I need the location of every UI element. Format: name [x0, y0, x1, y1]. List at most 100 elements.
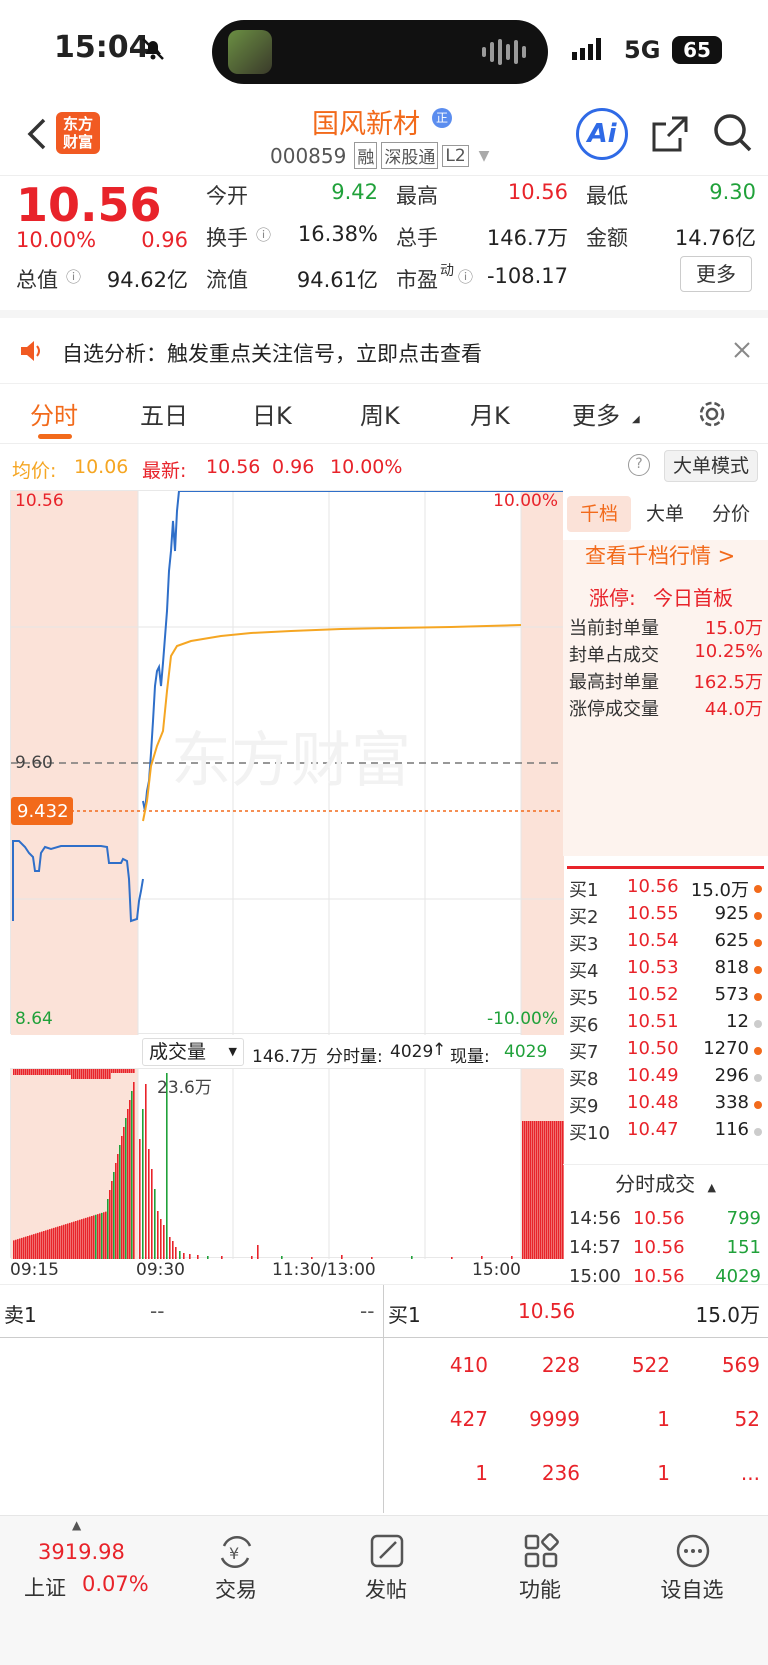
- volume-bar: [27, 1236, 29, 1259]
- dropdown-caret-icon[interactable]: ▼: [479, 148, 490, 164]
- share-icon[interactable]: [650, 114, 690, 154]
- change-percent: 10.00%: [16, 228, 97, 252]
- volume-bar: [19, 1069, 21, 1075]
- mktcap-value: 94.62亿: [106, 268, 188, 292]
- volume-bar: [47, 1069, 49, 1075]
- tab-weekly-k[interactable]: 周K: [360, 396, 400, 431]
- bid-row[interactable]: 买9 10.48 338: [563, 1092, 768, 1119]
- bid-price: 10.49: [627, 1065, 679, 1086]
- alert-banner[interactable]: 自选分析：触发重点关注信号，立即点击查看: [0, 318, 768, 384]
- volume-bar: [111, 1069, 113, 1073]
- amount-value: 14.76亿: [674, 226, 756, 250]
- side-tab-big-order[interactable]: 大单: [633, 496, 697, 532]
- side-tab-price-dist[interactable]: 分价: [699, 496, 763, 532]
- side-tab-depth[interactable]: 千档: [567, 496, 631, 532]
- search-icon[interactable]: [712, 112, 754, 154]
- bid-row[interactable]: 买8 10.49 296: [563, 1065, 768, 1092]
- volume-bar: [97, 1069, 99, 1079]
- volume-dot: [754, 1020, 762, 1028]
- divider: [0, 1337, 768, 1338]
- bid-row[interactable]: 买3 10.54 625: [563, 930, 768, 957]
- bid1-volume: 15.0万: [695, 1303, 760, 1327]
- volume-bar: [97, 1214, 99, 1259]
- info-icon[interactable]: ⓘ: [66, 266, 81, 287]
- volume-bar: [148, 1149, 150, 1259]
- tab-five-day[interactable]: 五日: [140, 396, 188, 431]
- settings-icon[interactable]: [696, 398, 728, 430]
- volume-bar: [145, 1084, 147, 1259]
- volume-bar: [55, 1227, 57, 1259]
- ai-button[interactable]: Ai: [576, 108, 628, 160]
- more-button[interactable]: 更多: [680, 256, 752, 292]
- volume-bar: [85, 1069, 87, 1079]
- volume-dot: [754, 885, 762, 893]
- bid-row[interactable]: 买2 10.55 925: [563, 903, 768, 930]
- volume-indicator-select[interactable]: 成交量 ▼: [142, 1038, 244, 1066]
- bid-row[interactable]: 买1 10.56 15.0万: [563, 876, 768, 903]
- volume-bar: [107, 1199, 109, 1259]
- latest-change: 0.96: [272, 456, 315, 478]
- queue-cell: 427: [449, 1407, 488, 1431]
- ask1-price: --: [150, 1299, 165, 1323]
- stock-header: 东方 财富 国风新材 正 000859 融 深股通 L2 ▼ Ai: [0, 100, 768, 176]
- volume-bar: [117, 1154, 119, 1259]
- chevron-down-icon: ◢: [632, 414, 640, 425]
- volume-bar: [131, 1091, 133, 1259]
- bid-volume: 296: [714, 1065, 749, 1086]
- avg-value: 10.06: [74, 456, 129, 478]
- stat-label: 涨停成交量: [569, 699, 659, 720]
- bid-row[interactable]: 买4 10.53 818: [563, 957, 768, 984]
- quote-panel: 10.56 10.00% 0.96 今开 9.42 最高 10.56 最低 9.…: [0, 176, 768, 318]
- stat-value: 15.0万: [704, 618, 763, 639]
- tab-monthly-k[interactable]: 月K: [470, 396, 510, 431]
- avg-label: 均价:: [12, 460, 57, 482]
- index-ticker[interactable]: ▲ 3919.98 上证 0.07%: [20, 1516, 160, 1616]
- volume-bar: [83, 1218, 85, 1259]
- high-label: 最高: [396, 184, 438, 208]
- bid-row[interactable]: 买10 10.47 116: [563, 1119, 768, 1146]
- volume-bar: [45, 1069, 47, 1075]
- info-icon[interactable]: ⓘ: [256, 224, 271, 245]
- bid-price: 10.53: [627, 957, 679, 978]
- logo-line2: 财富: [62, 133, 93, 151]
- volume-chart[interactable]: 23.6万: [10, 1068, 564, 1259]
- bid-row[interactable]: 买7 10.50 1270: [563, 1038, 768, 1065]
- more-dots-icon: [674, 1532, 712, 1570]
- depth-link[interactable]: 查看千档行情 >: [585, 540, 735, 570]
- clock: 15:04: [54, 30, 150, 65]
- volume-bar: [556, 1121, 558, 1259]
- trades-header[interactable]: 分时成交 ▲: [563, 1164, 768, 1202]
- volume-bar: [79, 1219, 81, 1259]
- big-order-mode-button[interactable]: 大单模式: [664, 450, 758, 482]
- bid-row[interactable]: 买6 10.51 12: [563, 1011, 768, 1038]
- volume-bar: [51, 1228, 53, 1259]
- bid-row[interactable]: 买5 10.52 573: [563, 984, 768, 1011]
- volume-bar: [61, 1225, 63, 1259]
- queue-cell: 1: [475, 1461, 488, 1485]
- info-icon[interactable]: ⓘ: [458, 266, 473, 287]
- volume-bar: [119, 1069, 121, 1073]
- volume-bar: [49, 1229, 51, 1259]
- volume-bar: [83, 1069, 85, 1079]
- open-value: 9.42: [331, 180, 378, 204]
- tab-daily-k[interactable]: 日K: [252, 396, 292, 431]
- volume-bar: [49, 1069, 51, 1075]
- volume-bar: [127, 1069, 129, 1073]
- volume-bar: [133, 1069, 135, 1073]
- stat-value: 162.5万: [693, 672, 763, 693]
- volume-bar: [41, 1231, 43, 1259]
- bid-volume: 338: [714, 1092, 749, 1113]
- logo-line1: 东方: [62, 115, 93, 133]
- close-icon[interactable]: [732, 340, 752, 360]
- tab-intraday[interactable]: 分时: [30, 396, 78, 431]
- intraday-chart[interactable]: 东方财富 10.56 8.64 9.60 9.432 10.00% -10.00…: [10, 490, 564, 1035]
- volume-bar: [47, 1229, 49, 1259]
- volume-bar: [35, 1233, 37, 1259]
- tab-more[interactable]: 更多: [572, 396, 620, 431]
- volume-bar: [522, 1121, 524, 1259]
- volume-bar: [151, 1169, 153, 1259]
- minute-volume-label: 分时量:: [326, 1047, 383, 1067]
- bid-volume: 625: [714, 930, 749, 951]
- back-icon[interactable]: [22, 116, 52, 152]
- help-icon[interactable]: ?: [628, 454, 650, 476]
